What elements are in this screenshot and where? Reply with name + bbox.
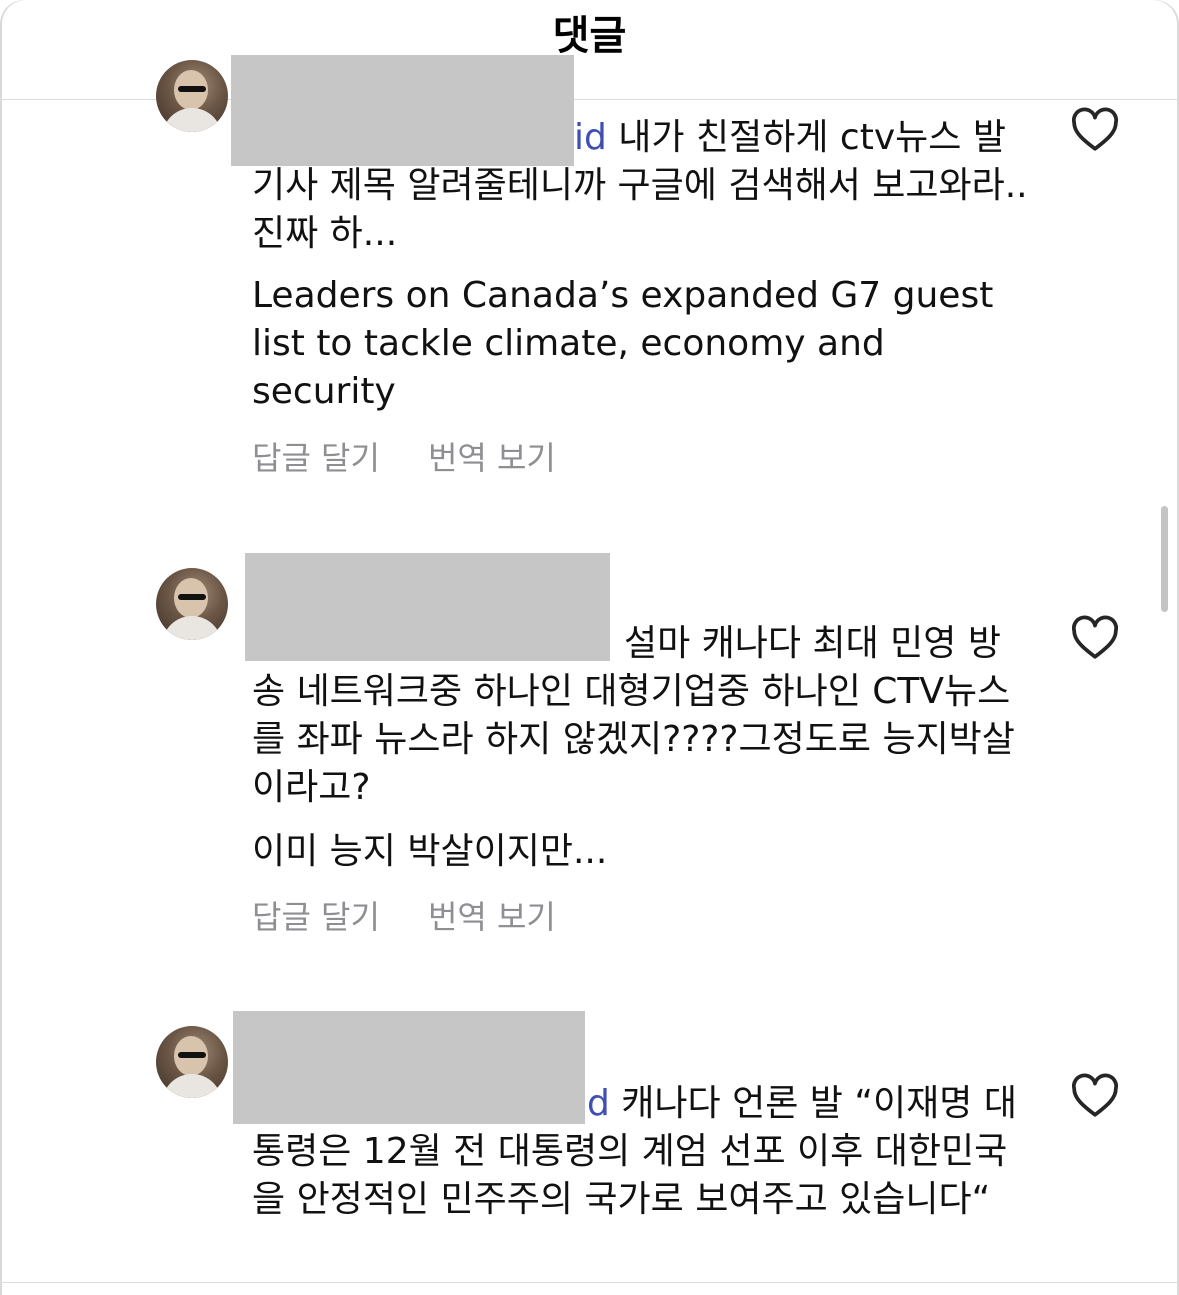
heart-outline-icon[interactable] [1070,106,1120,152]
bottom-divider [0,1282,1179,1283]
comment-text-first-line: 설마 캐나다 최대 민영 [624,623,957,664]
user-avatar[interactable] [156,60,228,132]
comments-sheet: 댓글 id 내가 친절하게 ctv뉴스 발 기사 제목 알려줄테니까 구글에 검… [0,0,1179,1295]
comment-text: id 내가 친절하게 ctv뉴스 발 기사 제목 알려줄테니까 구글에 검색해서… [252,114,1032,258]
translate-button[interactable]: 번역 보기 [428,438,556,478]
reply-button[interactable]: 답글 달기 [252,897,380,937]
comment-paragraph: 이미 능지 박살이지만... [252,831,608,872]
comment-actions: 답글 달기 번역 보기 [252,438,604,478]
mention-link[interactable]: id [574,117,607,158]
comment-text: 설마 캐나다 최대 민영 방송 네트워크중 하나인 대형기업중 하나인 CTV뉴… [252,620,1032,812]
comment-actions: 답글 달기 번역 보기 [252,897,604,937]
user-avatar[interactable] [156,1026,228,1098]
reply-button[interactable]: 답글 달기 [252,438,380,478]
comment-text: d 캐나다 언론 발 “이재명 대통령은 12월 전 대통령의 계엄 선포 이후… [252,1080,1032,1224]
scrollbar[interactable] [1161,506,1168,612]
translate-button[interactable]: 번역 보기 [428,897,556,937]
heart-outline-icon[interactable] [1070,614,1120,660]
comment-text-first-line: 내가 친절하게 ctv뉴스 [606,117,962,158]
user-avatar[interactable] [156,568,228,640]
mention-link[interactable]: d [587,1083,610,1124]
comment-text-first-line: 캐나다 언론 발 “이재명 [609,1083,973,1124]
heart-outline-icon[interactable] [1070,1072,1120,1118]
comment-paragraph: Leaders on Canada’s expanded G7 guest li… [252,275,994,412]
sheet-title: 댓글 [552,13,627,59]
